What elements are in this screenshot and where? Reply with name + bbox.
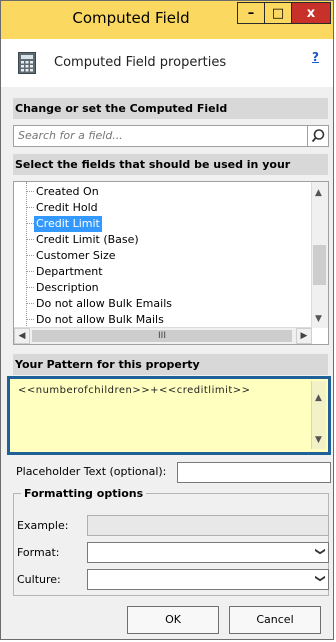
- list-item[interactable]: Department: [34, 264, 105, 280]
- tree-connector: [26, 182, 27, 332]
- search-icon: [311, 129, 325, 143]
- pattern-textarea[interactable]: <<numberofchildren>>+<<creditlimit>> ▲ ▼: [7, 376, 331, 455]
- dialog-heading: Computed Field properties: [54, 55, 227, 70]
- tree-tick: [27, 223, 34, 224]
- minimize-button[interactable]: –: [237, 2, 265, 24]
- placeholder-text-label: Placeholder Text (optional):: [16, 465, 167, 478]
- format-dropdown[interactable]: ❯: [87, 542, 329, 563]
- maximize-button[interactable]: □: [264, 2, 292, 24]
- dialog-header: Computed Field properties ?: [1, 39, 333, 87]
- section-select-fields: Select the fields that should be used in…: [13, 154, 328, 192]
- scroll-left-icon[interactable]: ◀: [14, 328, 30, 344]
- list-item[interactable]: Do not allow Bulk Mails: [34, 312, 166, 328]
- tree-tick: [27, 271, 34, 272]
- list-item[interactable]: Credit Hold: [34, 200, 100, 216]
- scroll-down-icon[interactable]: ▼: [315, 435, 322, 445]
- formatting-options-legend: Formatting options: [21, 487, 147, 500]
- list-item[interactable]: Description: [34, 280, 101, 296]
- scroll-right-icon[interactable]: ▶: [296, 328, 312, 344]
- placeholder-text-input[interactable]: [177, 462, 331, 483]
- pattern-scrollbar[interactable]: ▲ ▼: [311, 381, 326, 449]
- list-vertical-scrollbar[interactable]: ▲ ▼: [311, 182, 328, 328]
- ok-button[interactable]: OK: [127, 606, 219, 634]
- tree-tick: [27, 287, 34, 288]
- list-item-selected[interactable]: Credit Limit: [34, 216, 102, 232]
- list-item[interactable]: Do not allow Bulk Emails: [34, 296, 174, 312]
- list-item[interactable]: Created On: [34, 184, 101, 200]
- tree-tick: [27, 191, 34, 192]
- title-bar[interactable]: Computed Field – □ x: [1, 1, 333, 39]
- example-field: [87, 515, 329, 536]
- cancel-button[interactable]: Cancel: [229, 606, 321, 634]
- list-horizontal-scrollbar[interactable]: ◀ III ▶: [14, 327, 312, 344]
- close-button[interactable]: x: [291, 2, 331, 24]
- calculator-icon: [18, 52, 36, 74]
- scroll-thumb[interactable]: [313, 245, 326, 285]
- chevron-down-icon: ❯: [314, 574, 326, 583]
- computed-field-dialog: Computed Field – □ x Computed Field prop…: [0, 0, 334, 640]
- example-label: Example:: [17, 519, 69, 532]
- field-list[interactable]: Created On Credit Hold Credit Limit Cred…: [13, 181, 329, 345]
- section-change-field: Change or set the Computed Field: [13, 98, 328, 119]
- chevron-down-icon: ❯: [314, 547, 326, 556]
- search-button[interactable]: [307, 126, 328, 146]
- help-link[interactable]: ?: [312, 50, 319, 64]
- scroll-down-icon[interactable]: ▼: [315, 314, 322, 324]
- scroll-up-icon[interactable]: ▲: [315, 188, 322, 198]
- tree-tick: [27, 239, 34, 240]
- search-placeholder: Search for a field...: [18, 129, 123, 142]
- pattern-value: <<numberofchildren>>+<<creditlimit>>: [18, 385, 251, 396]
- section-pattern: Your Pattern for this property: [13, 354, 328, 375]
- format-label: Format:: [17, 546, 60, 559]
- tree-tick: [27, 207, 34, 208]
- tree-tick: [27, 255, 34, 256]
- culture-dropdown[interactable]: ❯: [87, 569, 329, 590]
- search-input[interactable]: Search for a field...: [13, 125, 329, 147]
- window-title: Computed Field: [72, 9, 190, 27]
- tree-tick: [27, 319, 34, 320]
- tree-tick: [27, 303, 34, 304]
- horizontal-scroll-thumb[interactable]: III: [32, 330, 292, 342]
- culture-label: Culture:: [17, 573, 61, 586]
- list-item[interactable]: Customer Size: [34, 248, 118, 264]
- list-item[interactable]: Credit Limit (Base): [34, 232, 141, 248]
- scroll-up-icon[interactable]: ▲: [315, 393, 322, 403]
